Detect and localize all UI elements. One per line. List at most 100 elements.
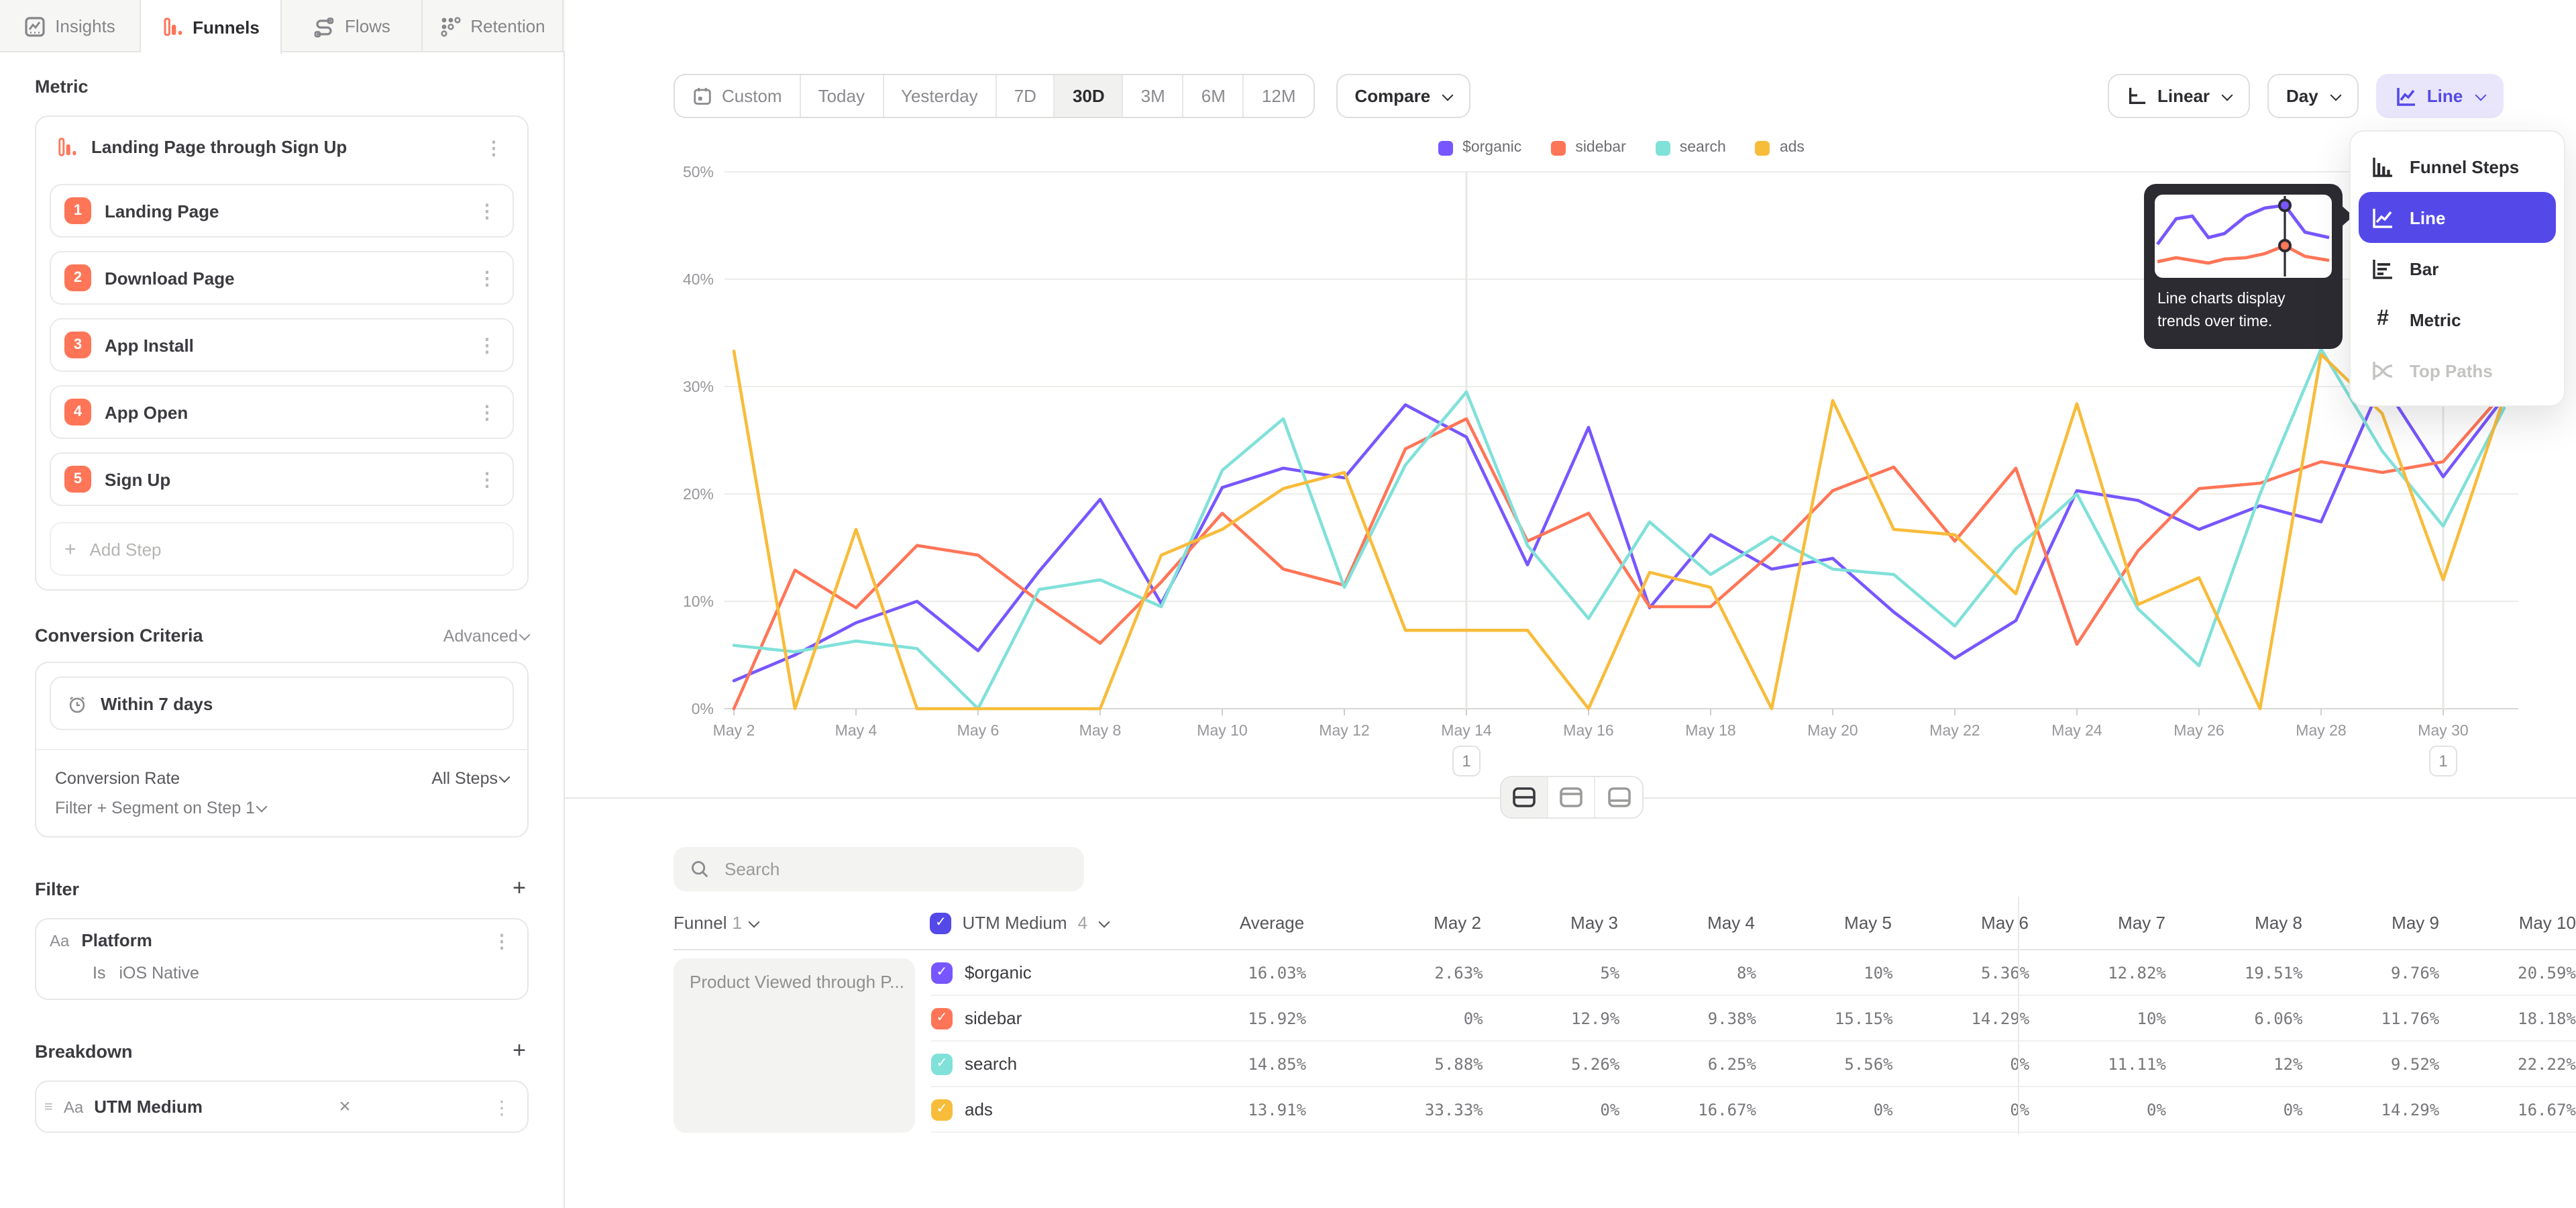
add-step-button[interactable]: + Add Step [50, 522, 514, 576]
day-value: 15.15% [1756, 1009, 1893, 1027]
table-day-header[interactable]: May 9 [2302, 913, 2439, 933]
report-tabbar: Insights Funnels Flows Retention [0, 0, 565, 52]
funnel-metric-card: Landing Page through Sign Up ⋮ 1 Landing… [35, 115, 529, 591]
chart-type-dropdown[interactable]: Line [2376, 74, 2503, 118]
add-filter-button[interactable]: + [510, 875, 529, 902]
funnel-step-5[interactable]: 5 Sign Up ⋮ [50, 452, 514, 506]
x-axis-label: May 8 [1079, 721, 1122, 739]
tab-funnels[interactable]: Funnels [141, 0, 282, 54]
filter-segment-toggle[interactable]: Filter + Segment on Step 1 [36, 799, 527, 836]
legend-swatch [1656, 140, 1670, 155]
kebab-icon[interactable]: ⋮ [472, 336, 502, 354]
row-checkbox[interactable]: ✓ [931, 1007, 953, 1029]
range-yesterday[interactable]: Yesterday [883, 75, 997, 117]
step-number-badge: 3 [64, 332, 91, 358]
funnel-step-2[interactable]: 2 Download Page ⋮ [50, 251, 514, 305]
menu-item-bar[interactable]: Bar [2359, 243, 2556, 294]
table-day-header[interactable]: May 3 [1481, 913, 1618, 933]
breakdown-property[interactable]: UTM Medium [94, 1097, 203, 1117]
funnel-step-1[interactable]: 1 Landing Page ⋮ [50, 184, 514, 238]
range-7d[interactable]: 7D [997, 75, 1055, 117]
chart-options-toolbar: Linear Day Line [2108, 74, 2503, 118]
menu-item-line[interactable]: Line [2359, 192, 2556, 243]
table-day-header[interactable]: May 6 [1892, 913, 2029, 933]
menu-item-funnel-steps[interactable]: Funnel Steps [2359, 141, 2556, 192]
split-view-icon [1512, 787, 1536, 808]
range-12m[interactable]: 12M [1244, 75, 1313, 117]
chevron-down-icon [1099, 916, 1110, 927]
tab-flows[interactable]: Flows [282, 0, 423, 52]
day-value: 11.76% [2303, 1009, 2440, 1027]
range-3m[interactable]: 3M [1124, 75, 1184, 117]
compare-button[interactable]: Compare [1336, 74, 1471, 118]
add-breakdown-button[interactable]: + [510, 1038, 529, 1064]
interval-dropdown[interactable]: Day [2267, 74, 2359, 118]
row-checkbox[interactable]: ✓ [931, 962, 953, 983]
segment-name: ads [965, 1099, 993, 1119]
tab-retention[interactable]: Retention [423, 0, 564, 52]
kebab-icon[interactable]: ⋮ [487, 931, 517, 950]
legend-item[interactable]: search [1656, 140, 1726, 156]
layout-split-view-button[interactable] [1501, 777, 1548, 817]
filter-condition[interactable]: Is iOS Native [50, 950, 517, 985]
day-value: 2.63% [1346, 963, 1483, 982]
funnel-step-4[interactable]: 4 App Open ⋮ [50, 385, 514, 439]
range-6m[interactable]: 6M [1184, 75, 1244, 117]
row-checkbox[interactable]: ✓ [931, 1053, 953, 1074]
kebab-icon[interactable]: ⋮ [472, 201, 502, 220]
funnel-row-label[interactable]: Product Viewed through P... [674, 958, 915, 1133]
table-search [674, 847, 1084, 891]
kebab-icon[interactable]: ⋮ [472, 403, 502, 421]
row-checkbox[interactable]: ✓ [931, 1099, 953, 1120]
range-today[interactable]: Today [801, 75, 883, 117]
utm-column-header[interactable]: ✓ UTM Medium 4 [930, 912, 1144, 934]
x-axis-label: May 10 [1197, 721, 1247, 739]
menu-item-metric[interactable]: # Metric [2359, 294, 2556, 345]
x-axis-label: May 18 [1685, 721, 1735, 739]
x-axis-label: May 12 [1319, 721, 1369, 739]
funnel-metric-title-row[interactable]: Landing Page through Sign Up ⋮ [50, 129, 514, 170]
kebab-icon[interactable]: ⋮ [487, 1097, 517, 1116]
x-axis-label: May 4 [835, 721, 877, 739]
conversion-window-button[interactable]: Within 7 days [50, 676, 514, 730]
funnel-column-header[interactable]: Funnel 1 [674, 913, 930, 933]
average-value: 14.85% [1145, 1054, 1306, 1073]
search-input[interactable] [722, 858, 1044, 880]
legend-item[interactable]: ads [1756, 140, 1805, 156]
chart-view-icon [1559, 787, 1583, 808]
table-row: ✓$organic16.03%2.63%5%8%10%5.36%12.82%19… [931, 950, 2576, 996]
funnel-step-3[interactable]: 3 App Install ⋮ [50, 318, 514, 372]
legend-swatch [1551, 140, 1566, 155]
kebab-icon[interactable]: ⋮ [479, 138, 508, 156]
kebab-icon[interactable]: ⋮ [472, 268, 502, 287]
select-all-checkbox[interactable]: ✓ [930, 912, 951, 934]
day-value: 14.29% [1893, 1009, 2030, 1027]
table-day-header[interactable]: May 10 [2439, 913, 2576, 933]
table-row: ✓search14.85%5.88%5.26%6.25%5.56%0%11.11… [931, 1042, 2576, 1087]
funnel-count: 1 [733, 913, 742, 933]
table-day-header[interactable]: May 2 [1344, 913, 1481, 933]
day-value: 16.67% [1619, 1100, 1756, 1119]
range-30d[interactable]: 30D [1055, 75, 1124, 117]
filter-property[interactable]: Platform [81, 930, 152, 950]
table-day-header[interactable]: May 7 [2029, 913, 2165, 933]
legend-item[interactable]: $organic [1438, 140, 1521, 156]
all-steps-dropdown[interactable]: All Steps [431, 769, 508, 788]
layout-chart-view-button[interactable] [1548, 777, 1595, 817]
close-icon[interactable]: × [336, 1095, 354, 1118]
day-value: 0% [2029, 1100, 2166, 1119]
legend-item[interactable]: sidebar [1551, 140, 1625, 156]
kebab-icon[interactable]: ⋮ [472, 470, 502, 489]
drag-handle-icon[interactable]: ≡ [44, 1099, 53, 1115]
table-day-header[interactable]: May 8 [2165, 913, 2302, 933]
layout-table-view-button[interactable] [1595, 777, 1642, 817]
funnels-icon [162, 16, 183, 38]
average-column-header[interactable]: Average [1144, 913, 1304, 933]
line-chart-icon [2371, 206, 2395, 229]
table-day-header[interactable]: May 5 [1755, 913, 1892, 933]
table-day-header[interactable]: May 4 [1618, 913, 1755, 933]
advanced-toggle[interactable]: Advanced [443, 626, 529, 645]
range-custom[interactable]: Custom [675, 75, 801, 117]
scale-dropdown[interactable]: Linear [2108, 74, 2250, 118]
tab-insights[interactable]: Insights [0, 0, 141, 52]
